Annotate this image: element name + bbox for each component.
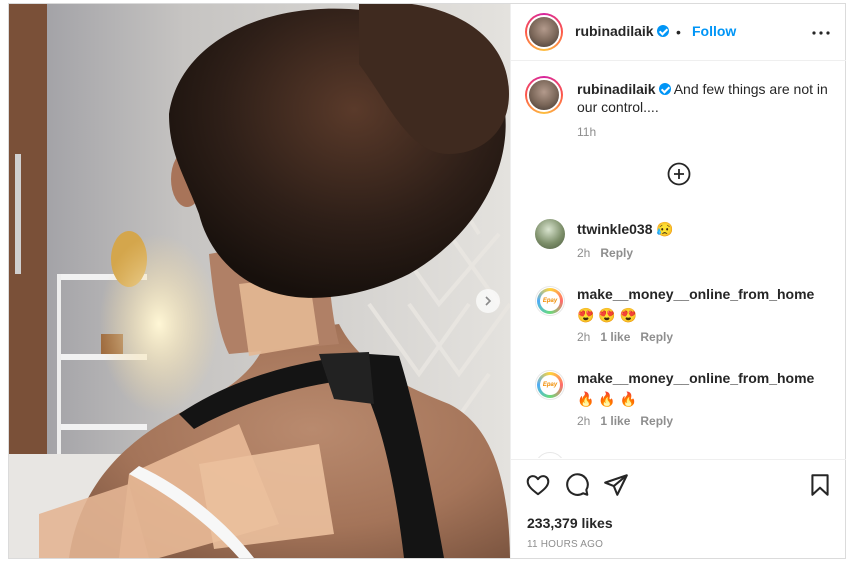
reply-button[interactable]: Reply: [600, 246, 633, 260]
bookmark-icon[interactable]: [807, 472, 833, 498]
more-options-icon: [812, 31, 830, 35]
author-username[interactable]: rubinadilaik: [575, 23, 654, 39]
caption-username[interactable]: rubinadilaik: [577, 81, 656, 97]
post-modal: rubinadilaik • Follow rubinadilaik And f…: [8, 3, 846, 559]
author-username-row[interactable]: rubinadilaik: [575, 23, 669, 39]
caption: rubinadilaik And few things are not in o…: [577, 80, 832, 116]
paper-plane-icon[interactable]: [603, 472, 629, 498]
comment-meta: 2h Reply: [577, 246, 634, 260]
plus-circle-icon[interactable]: [667, 162, 691, 186]
reply-button[interactable]: Reply: [640, 330, 673, 344]
comment-text: ttwinkle038 😥: [577, 221, 674, 237]
post-photo[interactable]: [9, 4, 510, 558]
likes-count[interactable]: 233,379 likes: [527, 515, 613, 531]
more-options-button[interactable]: [809, 21, 833, 45]
next-photo-button[interactable]: [476, 289, 500, 313]
comment-text: make__money__online_from_home 🔥 🔥 🔥: [577, 370, 815, 407]
comment-username[interactable]: make__money__online_from_home: [577, 286, 814, 302]
verified-badge-icon: [658, 83, 671, 95]
comment-username[interactable]: make__money__online_from_home: [577, 370, 814, 386]
header-separator: •: [676, 24, 681, 40]
comment-likes[interactable]: 1 like: [600, 330, 630, 344]
comment-meta: 2h 1 like Reply: [577, 330, 674, 344]
caption-time: 11h: [577, 125, 597, 139]
author-avatar[interactable]: [525, 13, 563, 51]
commenter-avatar[interactable]: [535, 219, 565, 249]
chevron-right-icon: [485, 296, 492, 306]
comments-section: rubinadilaik And few things are not in o…: [511, 62, 846, 458]
post-timestamp[interactable]: 11 HOURS AGO: [527, 539, 603, 550]
commenter-avatar[interactable]: [535, 452, 565, 458]
heart-icon[interactable]: [525, 472, 551, 498]
commenter-avatar[interactable]: Epay: [535, 286, 565, 316]
post-details-panel: rubinadilaik • Follow rubinadilaik And f…: [510, 4, 846, 558]
comment-text: make__money__online_from_home 😍 😍 😍: [577, 286, 815, 323]
commenter-avatar[interactable]: Epay: [535, 370, 565, 400]
comment-username[interactable]: ttwinkle038: [577, 221, 652, 237]
comment-icon[interactable]: [564, 472, 590, 498]
post-actions: 233,379 likes 11 HOURS AGO: [511, 459, 846, 558]
reply-button[interactable]: Reply: [640, 414, 673, 428]
follow-button[interactable]: Follow: [692, 23, 736, 39]
comment-meta: 2h 1 like Reply: [577, 414, 674, 428]
verified-badge-icon: [656, 25, 669, 37]
caption-avatar[interactable]: [525, 76, 563, 114]
comment-likes[interactable]: 1 like: [600, 414, 630, 428]
post-image: [9, 4, 510, 558]
post-header: rubinadilaik • Follow: [511, 4, 846, 61]
